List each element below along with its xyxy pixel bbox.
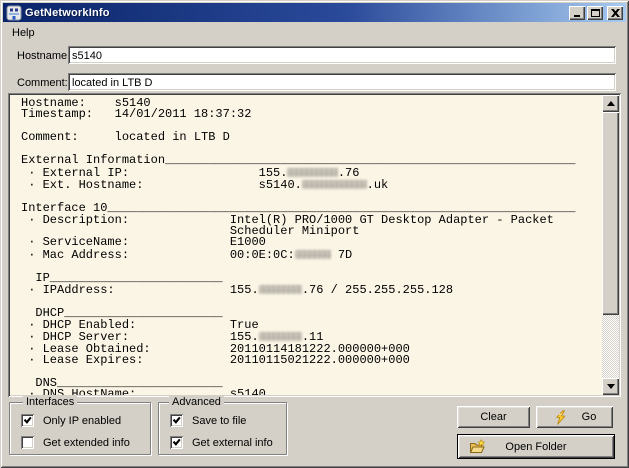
scrollbar-thumb[interactable] — [602, 112, 619, 315]
comment-label: Comment: — [17, 77, 68, 89]
minimize-icon — [574, 15, 580, 17]
hostname-input[interactable] — [68, 46, 616, 64]
redacted-text — [259, 332, 302, 341]
getnetworkinfo-window: GetNetworkInfo Help Hostname: Comment: H… — [0, 0, 629, 468]
lightning-bolt-icon — [553, 410, 568, 425]
console-line: External Information____________________… — [21, 155, 600, 166]
clear-button[interactable]: Clear — [457, 406, 530, 428]
open-folder-button-label: Open Folder — [505, 441, 566, 453]
console-line: Timestamp: 14/01/2011 18:37:32 — [21, 109, 600, 120]
close-icon — [611, 9, 620, 17]
console-line: · Ext. Hostname: s5140..uk — [21, 179, 600, 191]
up-arrow-icon — [607, 101, 615, 106]
console-line: · IPAddress: 155..76 / 255.255.255.128 — [21, 284, 600, 296]
redacted-text — [287, 168, 337, 177]
window-title: GetNetworkInfo — [25, 7, 110, 19]
title-bar[interactable]: GetNetworkInfo — [3, 3, 626, 22]
maximize-icon — [591, 9, 600, 17]
go-button-label: Go — [582, 411, 597, 423]
redacted-text — [302, 180, 367, 189]
hostname-label: Hostname: — [17, 50, 70, 62]
scroll-down-button[interactable] — [602, 378, 619, 395]
interfaces-group-title: Interfaces — [23, 396, 77, 408]
get-external-info-row: Get external info — [170, 436, 273, 449]
menu-help[interactable]: Help — [5, 25, 42, 41]
open-folder-button[interactable]: Open Folder — [457, 434, 615, 459]
caption-buttons — [569, 6, 623, 20]
interfaces-group: Interfaces Only IP enabled Get extended … — [9, 402, 151, 455]
save-to-file-checkbox[interactable] — [170, 414, 183, 427]
get-extended-info-checkbox[interactable] — [21, 436, 34, 449]
only-ip-enabled-label[interactable]: Only IP enabled — [43, 415, 121, 427]
comment-input[interactable] — [68, 73, 616, 91]
go-button[interactable]: Go — [536, 406, 613, 428]
get-extended-info-row: Get extended info — [21, 436, 130, 449]
maximize-button[interactable] — [587, 6, 603, 20]
save-to-file-label[interactable]: Save to file — [192, 415, 246, 427]
advanced-group-title: Advanced — [169, 396, 224, 408]
redacted-text — [295, 250, 331, 259]
console-line: · DNS HostName: s5140 — [21, 389, 600, 395]
down-arrow-icon — [607, 384, 615, 389]
only-ip-enabled-row: Only IP enabled — [21, 414, 121, 427]
network-info-output[interactable]: Hostname: s5140Timestamp: 14/01/2011 18:… — [8, 93, 621, 397]
app-icon[interactable] — [6, 5, 22, 21]
only-ip-enabled-checkbox[interactable] — [21, 414, 34, 427]
console-line: Comment: located in LTB D — [21, 132, 600, 143]
advanced-group: Advanced Save to file Get external info — [158, 402, 287, 455]
clear-button-label: Clear — [480, 411, 506, 423]
open-folder-star-icon — [469, 439, 486, 455]
minimize-button[interactable] — [569, 6, 585, 20]
get-external-info-checkbox[interactable] — [170, 436, 183, 449]
get-extended-info-label[interactable]: Get extended info — [43, 437, 130, 449]
save-to-file-row: Save to file — [170, 414, 246, 427]
menu-bar: Help — [5, 24, 42, 41]
get-external-info-label[interactable]: Get external info — [192, 437, 273, 449]
console-line: · Lease Expires: 20110115021222.000000+0… — [21, 355, 600, 366]
scroll-up-button[interactable] — [602, 95, 619, 112]
vertical-scrollbar[interactable] — [602, 95, 619, 395]
close-button[interactable] — [607, 6, 623, 20]
console-text: Hostname: s5140Timestamp: 14/01/2011 18:… — [10, 95, 602, 395]
console-line: · Mac Address: 00:0E:0C: 7D — [21, 249, 600, 261]
redacted-text — [259, 285, 302, 294]
